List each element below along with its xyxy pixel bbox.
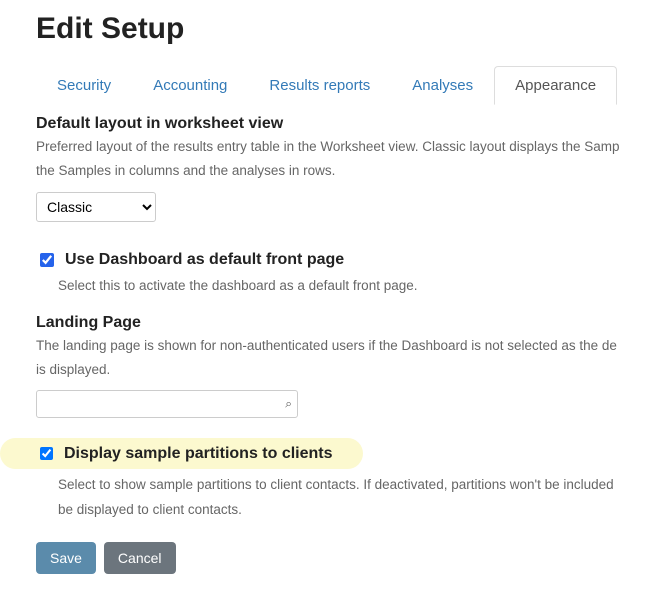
landing-help-1: The landing page is shown for non-authen… [36,336,661,356]
partitions-help-2: be displayed to client contacts. [58,500,661,520]
layout-help-1: Preferred layout of the results entry ta… [36,137,661,157]
partitions-checkbox[interactable] [40,447,53,460]
cancel-button[interactable]: Cancel [104,542,176,574]
layout-help-2: the Samples in columns and the analyses … [36,161,661,181]
partitions-help-1: Select to show sample partitions to clie… [58,475,661,495]
page-title: Edit Setup [36,12,661,46]
tab-results-reports[interactable]: Results reports [248,66,391,105]
tab-analyses[interactable]: Analyses [391,66,494,105]
landing-help-2: is displayed. [36,360,661,380]
save-button[interactable]: Save [36,542,96,574]
landing-section-title: Landing Page [36,314,661,332]
dashboard-checkbox-row: Use Dashboard as default front page [36,250,661,270]
landing-page-input[interactable] [36,390,298,418]
dashboard-checkbox[interactable] [40,253,54,267]
layout-section-title: Default layout in worksheet view [36,115,661,133]
dashboard-help: Select this to activate the dashboard as… [58,276,661,296]
tab-appearance[interactable]: Appearance [494,66,617,105]
partitions-highlight: Display sample partitions to clients [0,438,363,469]
partitions-checkbox-label: Display sample partitions to clients [64,445,333,463]
tab-security[interactable]: Security [36,66,132,105]
layout-select[interactable]: Classic [36,192,156,222]
tab-accounting[interactable]: Accounting [132,66,248,105]
tab-bar: Security Accounting Results reports Anal… [36,66,661,105]
dashboard-checkbox-label: Use Dashboard as default front page [65,251,344,269]
